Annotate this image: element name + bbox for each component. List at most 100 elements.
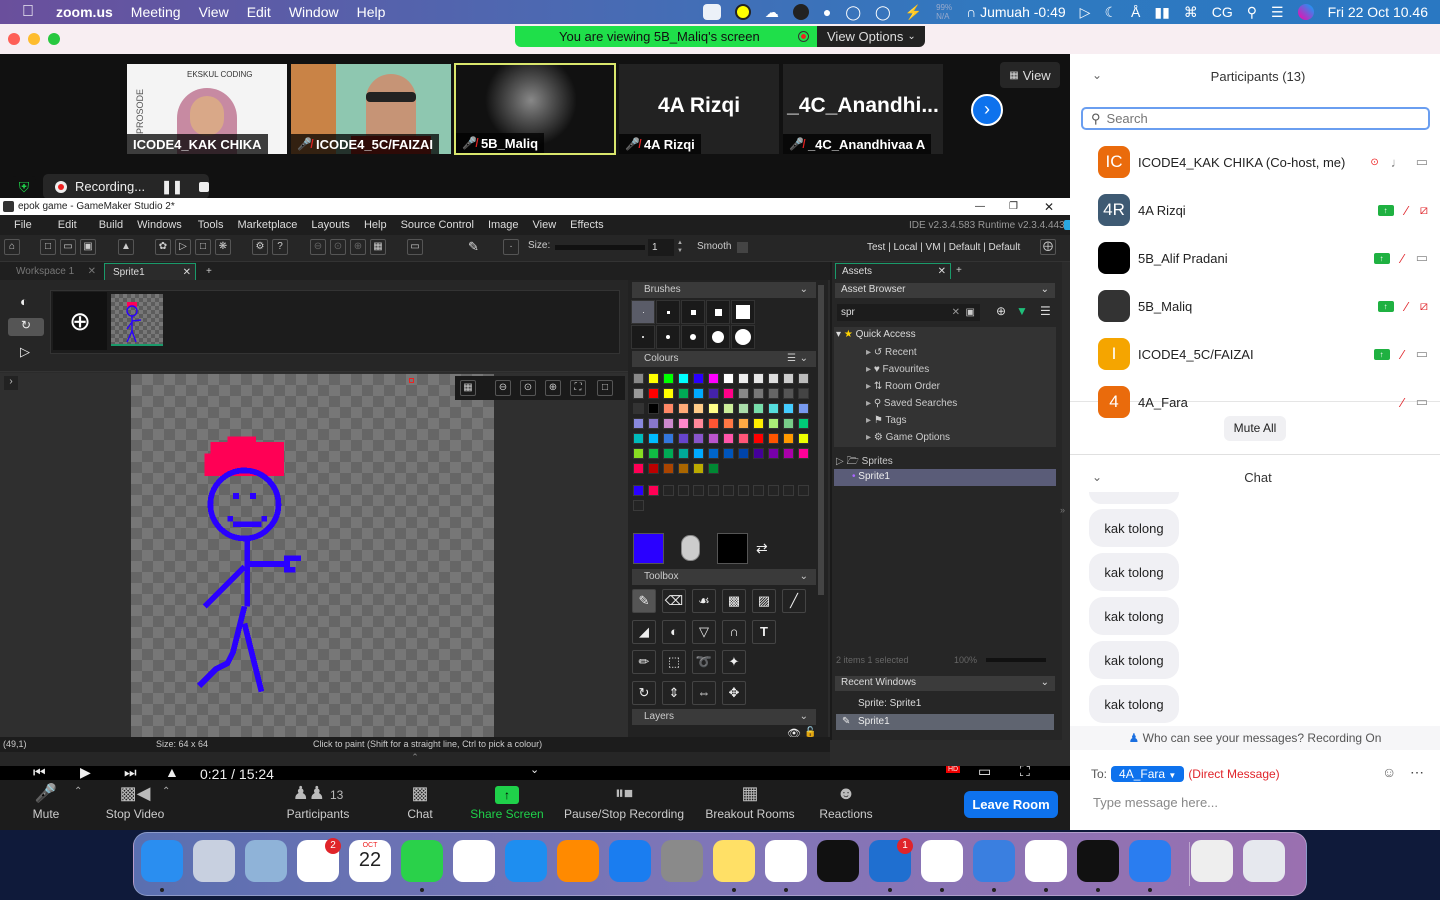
launchpad-app-icon[interactable] — [193, 840, 235, 882]
size-slider[interactable] — [555, 245, 645, 250]
colour-swatch[interactable] — [633, 403, 644, 414]
colour-swatch[interactable] — [783, 403, 794, 414]
colour-swatch[interactable] — [723, 403, 734, 414]
colour-swatch[interactable] — [708, 448, 719, 459]
fit-icon[interactable]: ▦ — [370, 239, 386, 255]
cloud-upload-icon[interactable]: ☁ — [765, 4, 779, 21]
move-tool-icon[interactable]: ✥ — [722, 681, 746, 705]
user-initials[interactable]: CG — [1212, 4, 1233, 20]
expand-panel-icon[interactable]: › — [4, 376, 18, 390]
archive-app-icon[interactable] — [1191, 840, 1233, 882]
chevron-down-icon[interactable]: ⌄ — [530, 766, 539, 776]
brush-option[interactable] — [656, 325, 680, 349]
colour-swatch[interactable] — [678, 463, 689, 474]
battery-icon[interactable]: ▮▮ — [1154, 4, 1169, 21]
pencil-tool-icon[interactable]: ✎ — [632, 589, 656, 613]
colour-swatch[interactable] — [693, 388, 704, 399]
colour-swatch[interactable] — [798, 403, 809, 414]
grid-toggle-icon[interactable]: ▦ — [460, 380, 476, 396]
colour-swatch[interactable] — [783, 448, 794, 459]
help-icon[interactable]: ? — [272, 239, 288, 255]
tab-sprite1[interactable]: Sprite1 ✕ — [104, 263, 196, 280]
preview-app-icon[interactable] — [245, 840, 287, 882]
muted-mic-icon[interactable]: ∕ — [1402, 347, 1404, 362]
video-camera-icon[interactable]: ▭ — [1416, 346, 1428, 362]
participant-row[interactable]: 4R 4A Rizqi ↑ ∕ ⧄ — [1098, 190, 1428, 230]
emoji-icon[interactable]: ☺ — [1382, 764, 1396, 780]
stop-icon[interactable]: □ — [195, 239, 211, 255]
brush-option[interactable] — [731, 325, 755, 349]
debug-icon[interactable]: ✿ — [155, 239, 171, 255]
colour-swatch[interactable] — [708, 373, 719, 384]
mute-button[interactable]: 🎤 Mute — [22, 783, 70, 821]
tree-item-sprite1[interactable]: • Sprite1 — [834, 469, 1056, 486]
breakout-rooms-button[interactable]: ▦ Breakout Rooms — [702, 783, 798, 821]
line-tool-icon[interactable]: ╱ — [782, 589, 806, 613]
view-options-button[interactable]: View Options ⌄ — [817, 26, 925, 47]
keynote-app-icon[interactable] — [505, 840, 547, 882]
muted-mic-icon[interactable]: ∕ — [1406, 203, 1408, 218]
colour-swatch[interactable] — [678, 373, 689, 384]
next-videos-button[interactable]: › — [971, 94, 1003, 126]
text-tool-icon[interactable]: T — [752, 620, 776, 644]
zoom-app-icon[interactable] — [1129, 840, 1171, 882]
colour-swatch[interactable] — [738, 448, 749, 459]
stop-recording-icon[interactable] — [198, 181, 209, 192]
gms-menu-edit[interactable]: Edit — [58, 219, 77, 231]
minimize-icon[interactable]: — — [975, 201, 985, 212]
close-tab-icon[interactable]: ✕ — [183, 267, 191, 278]
secondary-colour-swatch[interactable] — [717, 533, 748, 564]
clear-search-icon[interactable]: ✕ — [952, 307, 960, 318]
colour-swatch[interactable] — [648, 448, 659, 459]
loop-icon[interactable]: ↻ — [8, 318, 44, 336]
layers-header[interactable]: Layers ⌄ — [632, 709, 816, 725]
close-window-button[interactable] — [8, 33, 20, 45]
new-project-icon[interactable]: □ — [40, 239, 56, 255]
more-options-icon[interactable]: ⋯ — [1410, 764, 1424, 781]
colour-swatch[interactable] — [693, 448, 704, 459]
rotate-tool-icon[interactable]: ↻ — [632, 681, 656, 705]
colour-swatch[interactable] — [753, 418, 764, 429]
messages-app-icon[interactable] — [401, 840, 443, 882]
add-tab-button[interactable]: + — [956, 265, 962, 276]
participant-row[interactable]: I ICODE4_5C/FAIZAI ↑ ∕ ▭ — [1098, 334, 1428, 374]
monitor-icon[interactable]: ▭ — [407, 239, 423, 255]
notes-app-icon[interactable] — [713, 840, 755, 882]
cast-icon[interactable]: ▭ — [978, 766, 991, 780]
save-icon[interactable]: ▣ — [80, 239, 96, 255]
pause-stop-recording-button[interactable]: ⏸⏹ Pause/Stop Recording — [560, 783, 688, 821]
recent-colour-slot[interactable] — [798, 485, 809, 496]
gms-menu-build[interactable]: Build — [99, 219, 123, 231]
add-tab-button[interactable]: + — [198, 263, 220, 280]
gms-menu-image[interactable]: Image — [488, 219, 519, 231]
recent-colour-slot[interactable] — [663, 485, 674, 496]
chrome-app-icon[interactable] — [921, 840, 963, 882]
colour-swatch[interactable] — [768, 418, 779, 429]
menu-window[interactable]: Window — [289, 4, 339, 20]
colour-swatch[interactable] — [783, 433, 794, 444]
colour-swatch[interactable] — [798, 373, 809, 384]
backup-icon[interactable]: ◯ — [875, 4, 891, 21]
clean-build-icon[interactable]: ❋ — [215, 239, 231, 255]
asset-search-input[interactable]: spr ✕ ▣ — [837, 304, 980, 321]
target-crosshair-icon[interactable]: ⨁ — [1040, 239, 1056, 255]
select-tool-icon[interactable]: ⬚ — [662, 650, 686, 674]
polygon-tool-icon[interactable]: ▽ — [692, 620, 716, 644]
colour-swatch[interactable] — [678, 448, 689, 459]
colour-swatch[interactable] — [768, 433, 779, 444]
brush-option[interactable] — [706, 325, 730, 349]
participants-button[interactable]: ♟♟ 13 Participants — [282, 783, 354, 821]
brush-option[interactable] — [706, 300, 730, 324]
participant-row[interactable]: IC ICODE4_KAK CHIKA (Co-host, me) ⊙ ♩ ▭ — [1098, 142, 1428, 182]
colour-swatch[interactable] — [663, 433, 674, 444]
gms-menu-layouts[interactable]: Layouts — [311, 219, 350, 231]
size-stepper[interactable]: ▲ ▼ — [677, 239, 685, 256]
skip-back-icon[interactable]: ⏮ — [33, 766, 46, 780]
brush-option[interactable] — [656, 300, 680, 324]
flip-horizontal-tool-icon[interactable]: ⇔ — [692, 681, 716, 705]
colour-swatch[interactable] — [648, 373, 659, 384]
colour-swatch[interactable] — [723, 373, 734, 384]
muted-mic-icon[interactable]: ∕ — [1402, 251, 1404, 266]
target-selector[interactable]: Test | Local | VM | Default | Default — [867, 242, 1020, 253]
system-preferences-app-icon[interactable] — [661, 840, 703, 882]
